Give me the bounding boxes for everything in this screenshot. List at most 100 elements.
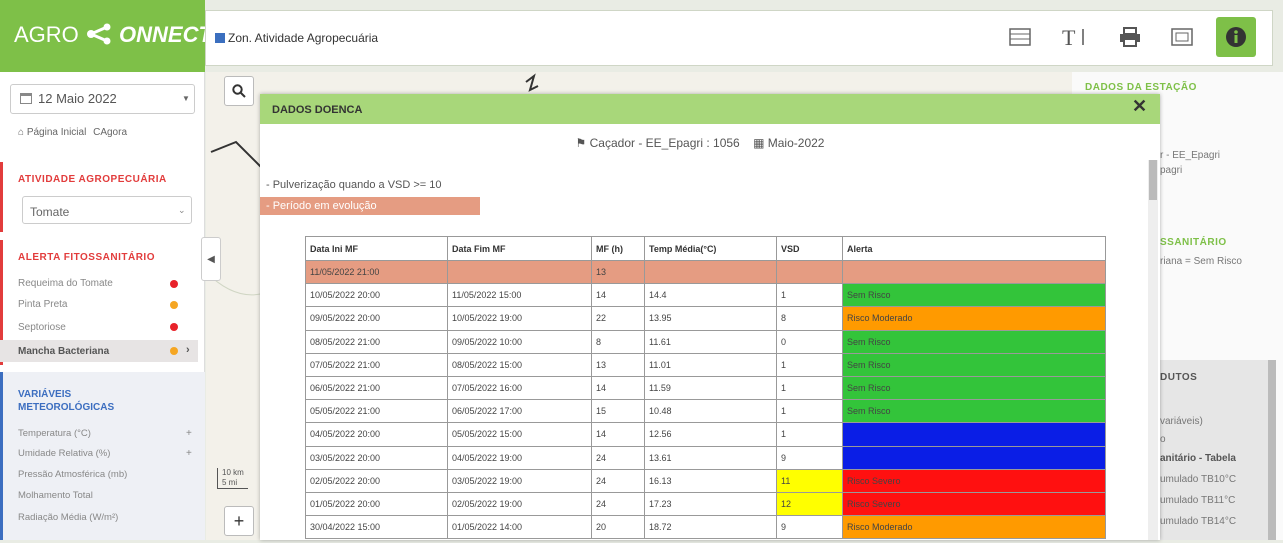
flag-icon: ⚑	[575, 136, 587, 150]
cell-vsd: 1	[776, 352, 843, 377]
product-item[interactable]: umulado TB11°C	[1160, 495, 1235, 506]
legend-button[interactable]	[1162, 17, 1202, 57]
layer-label: Zon. Atividade Agropecuária	[228, 31, 379, 45]
cell-date-end: 10/05/2022 19:00	[447, 306, 592, 331]
search-icon	[232, 84, 246, 98]
print-icon	[1120, 27, 1140, 47]
layer-checkbox[interactable]	[215, 33, 225, 43]
alert-item[interactable]: Pinta Preta	[18, 299, 67, 310]
activity-title: ATIVIDADE AGROPECUÁRIA	[18, 174, 167, 185]
table-row: 08/05/2022 21:00 09/05/2022 10:00 8 11.61 0 S…	[305, 329, 1106, 354]
cell-temp-avg: 10.48	[644, 399, 777, 424]
product-item[interactable]: o	[1160, 434, 1166, 445]
column-header: VSD	[776, 236, 843, 261]
text-size-icon: T	[1062, 25, 1084, 49]
plus-icon[interactable]: +	[186, 428, 192, 439]
close-icon[interactable]: ✕	[1132, 96, 1147, 117]
table-row: 05/05/2022 21:00 06/05/2022 17:00 15 10.48 1…	[305, 399, 1106, 424]
cell-date-start: 05/05/2022 21:00	[305, 399, 448, 424]
cell-vsd	[776, 259, 843, 285]
cell-date-start: 06/05/2022 21:00	[305, 375, 448, 401]
met-item[interactable]: Molhamento Total	[18, 490, 93, 501]
cell-date-start: 04/05/2022 20:00	[305, 422, 448, 447]
cell-date-end: 04/05/2022 19:00	[447, 445, 592, 470]
cell-date-start: 03/05/2022 20:00	[305, 445, 448, 470]
product-item[interactable]: variáveis)	[1160, 416, 1203, 427]
cell-temp-avg	[644, 259, 777, 285]
station-text-2: pagri	[1160, 165, 1183, 176]
cell-date-start: 09/05/2022 20:00	[305, 306, 448, 331]
met-item[interactable]: Radiação Média (W/m²)	[18, 512, 118, 523]
home-icon: ⌂	[18, 127, 25, 138]
station-info: ⚑ Caçador - EE_Epagri : 1056 ▦ Maio-2022	[260, 136, 1140, 150]
cell-mf-hours: 14	[591, 422, 645, 447]
cell-date-start: 01/05/2022 20:00	[305, 491, 448, 517]
table-icon	[1009, 28, 1031, 46]
cell-vsd: 9	[776, 515, 843, 540]
modal-scrollbar-thumb[interactable]	[1149, 160, 1157, 200]
met-item[interactable]: Pressão Atmosférica (mb)	[18, 469, 127, 480]
column-header: Data Ini MF	[305, 236, 448, 261]
logo-text-agro: AGRO	[14, 22, 79, 47]
cell-vsd: 1	[776, 422, 843, 447]
cell-alert	[842, 422, 1106, 447]
logo-text-connect: ONNECT	[119, 22, 212, 47]
cell-alert: Risco Severo	[842, 468, 1106, 493]
cell-vsd: 11	[776, 468, 843, 493]
cell-date-end: 09/05/2022 10:00	[447, 329, 592, 354]
cell-date-end: 11/05/2022 15:00	[447, 283, 592, 308]
cell-mf-hours: 24	[591, 445, 645, 470]
cell-temp-avg: 11.61	[644, 329, 777, 354]
alert-item-active[interactable]: Mancha Bacteriana	[18, 346, 109, 357]
alert-item[interactable]: Septoriose	[18, 322, 66, 333]
modal-scrollbar[interactable]	[1148, 160, 1158, 540]
logo[interactable]: AGRO ONNECT	[14, 22, 212, 48]
risk-dot-icon	[170, 347, 178, 355]
calendar-icon: ▦	[753, 136, 765, 150]
products-panel	[1150, 360, 1270, 540]
home-link[interactable]: ⌂ Página Inicial CAgora	[18, 127, 127, 138]
cell-vsd: 1	[776, 399, 843, 424]
product-item[interactable]: umulado TB14°C	[1160, 516, 1236, 527]
cell-alert	[842, 259, 1106, 285]
product-item[interactable]: umulado TB10°C	[1160, 474, 1236, 485]
info-button[interactable]	[1216, 17, 1256, 57]
map-search-button[interactable]	[224, 76, 254, 106]
map-scale: 10 km 5 mi	[217, 468, 248, 489]
cell-mf-hours: 13	[591, 259, 645, 285]
cell-date-start: 30/04/2022 15:00	[305, 515, 448, 540]
home-link-label[interactable]: Página Inicial	[27, 127, 86, 138]
meteorological-title: VARIÁVEIS METEOROLÓGICAS	[18, 389, 115, 413]
cell-vsd: 9	[776, 445, 843, 470]
product-item[interactable]: anitário - Tabela	[1160, 453, 1236, 464]
table-row: 04/05/2022 20:00 05/05/2022 15:00 14 12.56 1	[305, 422, 1106, 447]
station-name: Caçador - EE_Epagri : 1056	[589, 136, 740, 150]
sidebar-collapse-button[interactable]: ◀	[201, 237, 221, 281]
print-button[interactable]	[1110, 17, 1150, 57]
cell-alert: Sem Risco	[842, 329, 1106, 354]
table-row: 10/05/2022 20:00 11/05/2022 15:00 14 14.4 1 S…	[305, 283, 1106, 308]
cell-vsd: 0	[776, 329, 843, 354]
cell-vsd: 1	[776, 375, 843, 401]
alert-item[interactable]: Requeima do Tomate	[18, 278, 113, 289]
table-row: 07/05/2022 21:00 08/05/2022 15:00 13 11.01 1…	[305, 352, 1106, 377]
zoom-in-button[interactable]: +	[224, 506, 254, 536]
cell-date-end: 08/05/2022 15:00	[447, 352, 592, 377]
cell-alert: Risco Severo	[842, 491, 1106, 517]
cell-mf-hours: 13	[591, 352, 645, 377]
table-button[interactable]	[1000, 17, 1040, 57]
info-icon	[1226, 27, 1246, 47]
plus-icon[interactable]: +	[186, 448, 192, 459]
cell-temp-avg: 13.95	[644, 306, 777, 331]
met-item[interactable]: Umidade Relativa (%)	[18, 448, 110, 459]
cell-date-end: 03/05/2022 19:00	[447, 468, 592, 493]
products-scrollbar[interactable]	[1268, 360, 1276, 540]
disease-table: Data Ini MF Data Fim MF MF (h) Temp Médi…	[305, 236, 1106, 540]
products-title: DUTOS	[1160, 372, 1198, 383]
column-header: Data Fim MF	[447, 236, 592, 261]
text-size-button[interactable]: T	[1056, 17, 1096, 57]
caret-down-icon: ▼	[182, 94, 190, 103]
met-item[interactable]: Temperatura (°C)	[18, 428, 91, 439]
cell-mf-hours: 14	[591, 283, 645, 308]
now-link-label[interactable]: Agora	[100, 127, 127, 138]
